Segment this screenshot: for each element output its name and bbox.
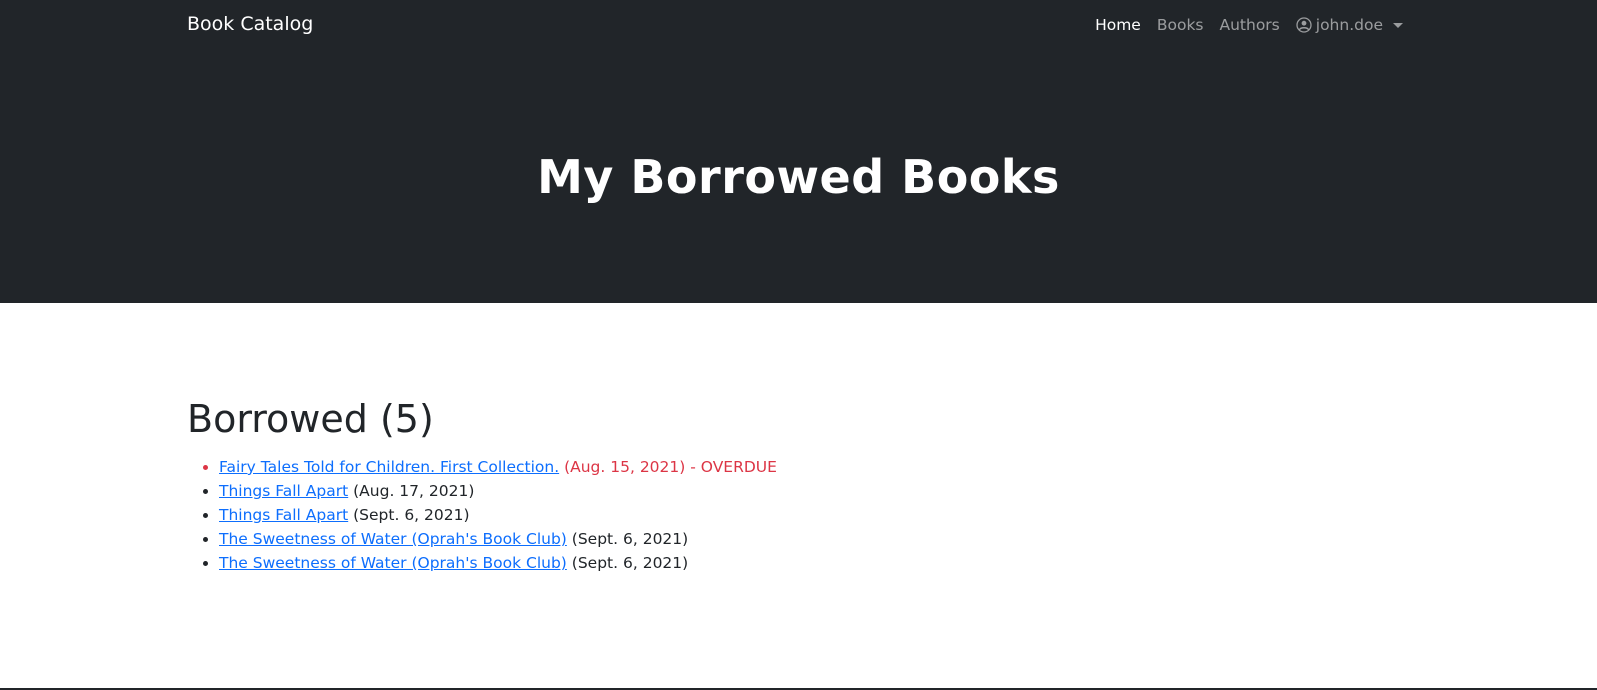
due-date: (Aug. 17, 2021) xyxy=(353,482,475,500)
nav-link-books[interactable]: Books xyxy=(1157,16,1204,34)
list-item: Things Fall Apart (Sept. 6, 2021) xyxy=(219,503,777,527)
page-title: My Borrowed Books xyxy=(537,150,1060,204)
book-link[interactable]: The Sweetness of Water (Oprah's Book Clu… xyxy=(219,554,567,572)
user-circle-icon xyxy=(1296,17,1312,33)
book-link[interactable]: Things Fall Apart xyxy=(219,482,348,500)
list-item: Fairy Tales Told for Children. First Col… xyxy=(219,455,777,479)
due-date: (Sept. 6, 2021) xyxy=(353,506,470,524)
user-name: john.doe xyxy=(1315,16,1383,34)
book-link[interactable]: Fairy Tales Told for Children. First Col… xyxy=(219,458,559,476)
chevron-down-icon xyxy=(1393,22,1403,28)
page-header: Book Catalog Home Books Authors john.doe… xyxy=(0,0,1597,303)
nav-link-home[interactable]: Home xyxy=(1095,16,1141,34)
due-date: (Aug. 15, 2021) - OVERDUE xyxy=(564,458,777,476)
nav-link-authors[interactable]: Authors xyxy=(1220,16,1280,34)
list-item: Things Fall Apart (Aug. 17, 2021) xyxy=(219,479,777,503)
due-date: (Sept. 6, 2021) xyxy=(571,554,689,572)
borrowed-heading: Borrowed (5) xyxy=(187,397,434,441)
book-link[interactable]: Things Fall Apart xyxy=(219,506,348,524)
main-nav: Home Books Authors john.doe xyxy=(1095,16,1403,34)
book-link[interactable]: The Sweetness of Water (Oprah's Book Clu… xyxy=(219,530,567,548)
brand-link[interactable]: Book Catalog xyxy=(187,13,313,35)
user-menu-dropdown[interactable]: john.doe xyxy=(1296,16,1403,34)
due-date: (Sept. 6, 2021) xyxy=(571,530,689,548)
list-item: The Sweetness of Water (Oprah's Book Clu… xyxy=(219,551,777,575)
list-item: The Sweetness of Water (Oprah's Book Clu… xyxy=(219,527,777,551)
borrowed-list: Fairy Tales Told for Children. First Col… xyxy=(187,455,777,575)
